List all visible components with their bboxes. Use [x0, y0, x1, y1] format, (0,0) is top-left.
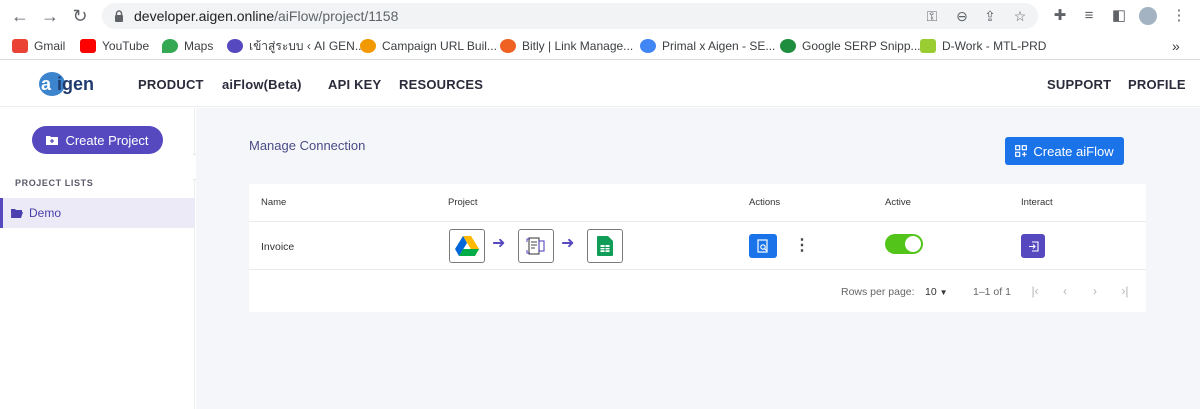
toggle-knob: [905, 236, 921, 252]
dwork-favicon-icon: [920, 39, 936, 53]
nav-aiflow[interactable]: aiFlow(Beta): [222, 77, 302, 92]
extensions-icon[interactable]: ✚: [1051, 7, 1069, 25]
column-header-interact: Interact: [1021, 197, 1053, 208]
maps-icon: [162, 39, 178, 53]
google-drive-icon[interactable]: [449, 229, 485, 263]
svg-text:igen: igen: [57, 74, 94, 94]
youtube-icon: [80, 39, 96, 53]
primal-favicon-icon: [640, 39, 656, 53]
bookmark-primal[interactable]: Primal x Aigen - SE...: [640, 38, 775, 54]
row-name-invoice: Invoice: [261, 241, 295, 253]
login-arrow-icon: [1028, 240, 1039, 252]
bookmark-dwork[interactable]: D-Work - MTL-PRD: [920, 38, 1046, 54]
create-aiflow-button[interactable]: Create aiFlow: [1005, 137, 1124, 165]
aigen-logo[interactable]: a igen: [37, 67, 101, 99]
pagination-range: 1–1 of 1: [973, 286, 1011, 298]
aigen-favicon-icon: [227, 39, 243, 53]
side-panel-icon[interactable]: ◧: [1110, 7, 1128, 25]
nav-api-key[interactable]: API KEY: [328, 77, 381, 92]
header-divider: [249, 221, 1146, 222]
forward-arrow-icon[interactable]: →: [40, 6, 60, 26]
flow-arrow-icon: ➜: [492, 235, 506, 252]
nav-support[interactable]: SUPPORT: [1047, 77, 1111, 92]
active-toggle[interactable]: [885, 234, 923, 254]
sidebar-item-demo[interactable]: Demo: [0, 198, 195, 228]
nav-resources[interactable]: RESOURCES: [399, 77, 483, 92]
document-search-icon: [757, 239, 768, 253]
bookmark-maps[interactable]: Maps: [162, 38, 213, 54]
bookmarks-overflow-button[interactable]: »: [1172, 38, 1180, 54]
back-arrow-icon[interactable]: ←: [10, 6, 30, 26]
sidebar-item-label: Demo: [29, 206, 62, 220]
column-header-actions: Actions: [749, 197, 781, 208]
next-page-icon[interactable]: ›: [1088, 283, 1102, 299]
page-title: Manage Connection: [249, 138, 366, 153]
bitly-icon: [500, 39, 516, 53]
view-document-button[interactable]: [749, 234, 777, 258]
create-project-label: Create Project: [65, 132, 149, 148]
bookmark-serp[interactable]: Google SERP Snipp...: [780, 38, 921, 54]
nav-profile[interactable]: PROFILE: [1128, 77, 1186, 92]
google-sheets-icon[interactable]: [587, 229, 623, 263]
connections-table: Name Project Actions Active Interact Inv…: [249, 184, 1146, 312]
avatar[interactable]: [1139, 7, 1157, 25]
bookmark-star-icon[interactable]: ☆: [1012, 8, 1028, 24]
column-header-project: Project: [448, 197, 478, 208]
app-header: a igen PRODUCT aiFlow(Beta) API KEY RESO…: [0, 61, 1200, 107]
rows-per-page-select[interactable]: 10 ▼: [925, 286, 948, 298]
bookmark-youtube[interactable]: YouTube: [80, 38, 149, 54]
bookmarks-bar: Gmail YouTube Maps เข้าสู่ระบบ ‹ AI GEN.…: [0, 32, 1200, 60]
flow-arrow-icon: ➜: [561, 235, 575, 252]
bookmark-gmail[interactable]: Gmail: [12, 38, 65, 54]
row-more-options-icon[interactable]: ⋮: [794, 237, 810, 255]
chevron-down-icon: ▼: [939, 288, 948, 297]
more-menu-icon[interactable]: ⋮: [1170, 7, 1188, 25]
bookmark-aigen-login[interactable]: เข้าสู่ระบบ ‹ AI GEN...: [227, 38, 365, 54]
column-header-name: Name: [261, 197, 287, 208]
interact-button[interactable]: [1021, 234, 1045, 258]
folder-open-icon: [11, 208, 23, 218]
column-header-active: Active: [885, 197, 911, 208]
share-icon[interactable]: ⇪: [982, 8, 998, 24]
project-lists-title: PROJECT LISTS: [15, 178, 94, 188]
key-icon[interactable]: ⚿: [924, 8, 940, 24]
gmail-icon: [12, 39, 28, 53]
serp-favicon-icon: [780, 39, 796, 53]
row-divider: [249, 269, 1146, 270]
bookmark-bitly[interactable]: Bitly | Link Manage...: [500, 38, 633, 54]
address-bar[interactable]: developer.aigen.online/aiFlow/project/11…: [102, 3, 1038, 29]
main-content: Manage Connection Create aiFlow Name Pro…: [196, 108, 1200, 409]
create-aiflow-label: Create aiFlow: [1033, 143, 1114, 159]
last-page-icon[interactable]: ›|: [1118, 283, 1132, 299]
campaign-favicon-icon: [360, 39, 376, 53]
nav-product[interactable]: PRODUCT: [138, 77, 204, 92]
folder-add-icon: [46, 136, 59, 145]
reload-icon[interactable]: ↻: [70, 6, 90, 26]
flow-grid-icon: [1015, 145, 1028, 157]
bookmark-campaign-url[interactable]: Campaign URL Buil...: [360, 38, 497, 54]
url-text: developer.aigen.online/aiFlow/project/11…: [134, 8, 399, 24]
rows-per-page-label: Rows per page:: [841, 286, 915, 298]
document-scan-icon[interactable]: [518, 229, 554, 263]
lock-icon: [115, 10, 123, 22]
sidebar: Create Project PROJECT LISTS Demo: [0, 108, 195, 409]
svg-text:a: a: [41, 74, 52, 94]
reading-list-icon[interactable]: ≡: [1080, 7, 1098, 25]
zoom-icon[interactable]: ⊖: [954, 8, 970, 24]
first-page-icon[interactable]: |‹: [1028, 283, 1042, 299]
browser-toolbar: ← → ↻ developer.aigen.online/aiFlow/proj…: [0, 0, 1200, 32]
previous-page-icon[interactable]: ‹: [1058, 283, 1072, 299]
create-project-button[interactable]: Create Project: [32, 126, 163, 154]
